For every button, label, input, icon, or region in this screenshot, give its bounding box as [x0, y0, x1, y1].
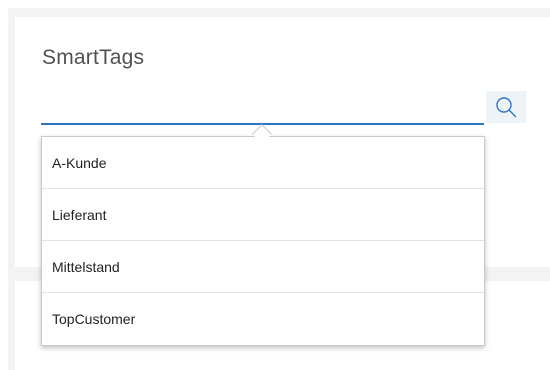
card-title: SmartTags: [42, 46, 145, 69]
smarttags-suggestion-dropdown: A-Kunde Lieferant Mittelstand TopCustome…: [41, 136, 485, 346]
page-top-strip: [0, 0, 550, 8]
search-button[interactable]: [486, 91, 526, 123]
suggestion-item-lieferant[interactable]: Lieferant: [42, 189, 484, 241]
suggestion-item-topcustomer[interactable]: TopCustomer: [42, 293, 484, 345]
page-left-strip: [0, 0, 8, 370]
smarttags-search-input[interactable]: [41, 95, 484, 125]
suggestion-list: A-Kunde Lieferant Mittelstand TopCustome…: [42, 137, 484, 345]
suggestion-item-mittelstand[interactable]: Mittelstand: [42, 241, 484, 293]
suggestion-item-a-kunde[interactable]: A-Kunde: [42, 137, 484, 189]
search-icon: [494, 95, 518, 119]
